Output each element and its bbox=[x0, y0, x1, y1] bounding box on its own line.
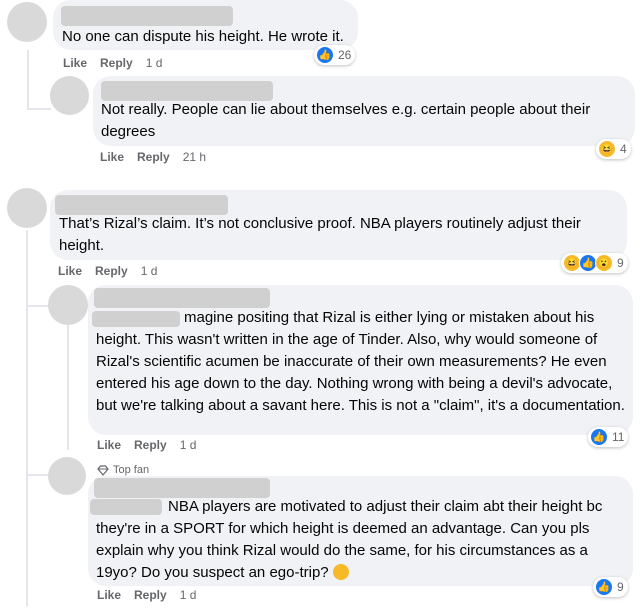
thread-line bbox=[27, 50, 29, 110]
redacted-author-name[interactable] bbox=[94, 288, 270, 308]
comment-actions: Like Reply 1 d bbox=[97, 438, 196, 452]
reaction-count: 9 bbox=[617, 256, 624, 270]
like-reaction-icon: 👍 bbox=[590, 428, 608, 446]
redacted-author-name[interactable] bbox=[55, 195, 228, 215]
comment-text: Not really. People can lie about themsel… bbox=[101, 101, 591, 140]
comment-actions: Like Reply 21 h bbox=[100, 150, 206, 164]
timestamp[interactable]: 1 d bbox=[141, 264, 158, 278]
reply-button[interactable]: Reply bbox=[134, 588, 167, 602]
thread-line bbox=[26, 230, 28, 606]
reaction-count: 26 bbox=[338, 48, 352, 62]
timestamp[interactable]: 21 h bbox=[183, 150, 206, 164]
timestamp[interactable]: 1 d bbox=[180, 438, 197, 452]
thread-line bbox=[26, 474, 50, 476]
badge-label: Top fan bbox=[113, 464, 150, 476]
reply-button[interactable]: Reply bbox=[137, 150, 170, 164]
redacted-author-name[interactable] bbox=[61, 6, 233, 26]
reply-button[interactable]: Reply bbox=[100, 56, 133, 70]
avatar[interactable] bbox=[48, 285, 88, 325]
avatar[interactable] bbox=[50, 76, 89, 115]
reaction-summary[interactable]: 👍 9 bbox=[593, 577, 628, 597]
comment-bubble: Not really. People can lie about themsel… bbox=[93, 76, 635, 146]
diamond-icon bbox=[97, 464, 109, 476]
top-fan-badge: Top fan bbox=[97, 464, 149, 476]
comment-bubble: NBA players are motivated to adjust thei… bbox=[88, 476, 633, 586]
comment-actions: Like Reply 1 d bbox=[97, 588, 196, 602]
comment-text: No one can dispute his height. He wrote … bbox=[62, 28, 344, 45]
redacted-author-name[interactable] bbox=[101, 81, 273, 101]
avatar[interactable] bbox=[7, 2, 47, 42]
comment-text-content: NBA players are motivated to adjust thei… bbox=[96, 498, 603, 581]
avatar[interactable] bbox=[48, 457, 86, 495]
comment-bubble: magine positing that Rizal is either lyi… bbox=[88, 285, 633, 435]
comment-text: That’s Rizal’s claim. It’s not conclusiv… bbox=[59, 215, 581, 254]
thread-line bbox=[26, 305, 50, 307]
like-reaction-icon: 👍 bbox=[316, 46, 334, 64]
comment-bubble: No one can dispute his height. He wrote … bbox=[53, 0, 358, 50]
avatar[interactable] bbox=[7, 188, 47, 228]
redacted-author-name[interactable] bbox=[94, 478, 270, 498]
reaction-summary[interactable]: 👍 26 bbox=[314, 45, 356, 65]
like-button[interactable]: Like bbox=[100, 150, 124, 164]
comment-actions: Like Reply 1 d bbox=[58, 264, 157, 278]
haha-reaction-icon: 😆 bbox=[598, 140, 616, 158]
comment-bubble: That’s Rizal’s claim. It’s not conclusiv… bbox=[50, 190, 627, 260]
thinking-emoji-icon bbox=[332, 564, 349, 580]
like-button[interactable]: Like bbox=[97, 438, 121, 452]
wow-reaction-icon: 😮 bbox=[595, 254, 613, 272]
reaction-count: 9 bbox=[617, 580, 624, 594]
comment-actions: Like Reply 1 d bbox=[63, 56, 162, 70]
reaction-summary[interactable]: 😆 4 bbox=[596, 139, 631, 159]
timestamp[interactable]: 1 d bbox=[180, 588, 197, 602]
reaction-summary[interactable]: 👍 11 bbox=[588, 427, 629, 447]
like-reaction-icon: 👍 bbox=[595, 578, 613, 596]
like-button[interactable]: Like bbox=[58, 264, 82, 278]
reaction-summary[interactable]: 😆 👍 😮 9 bbox=[561, 253, 628, 273]
reaction-count: 11 bbox=[612, 430, 625, 444]
reply-button[interactable]: Reply bbox=[134, 438, 167, 452]
like-button[interactable]: Like bbox=[97, 588, 121, 602]
timestamp[interactable]: 1 d bbox=[146, 56, 163, 70]
comment-text: NBA players are motivated to adjust thei… bbox=[96, 496, 626, 584]
like-button[interactable]: Like bbox=[63, 56, 87, 70]
comment-text: magine positing that Rizal is either lyi… bbox=[96, 309, 625, 414]
thread-line bbox=[67, 322, 69, 450]
reaction-count: 4 bbox=[620, 142, 627, 156]
thread-line bbox=[27, 108, 51, 110]
reply-button[interactable]: Reply bbox=[95, 264, 128, 278]
